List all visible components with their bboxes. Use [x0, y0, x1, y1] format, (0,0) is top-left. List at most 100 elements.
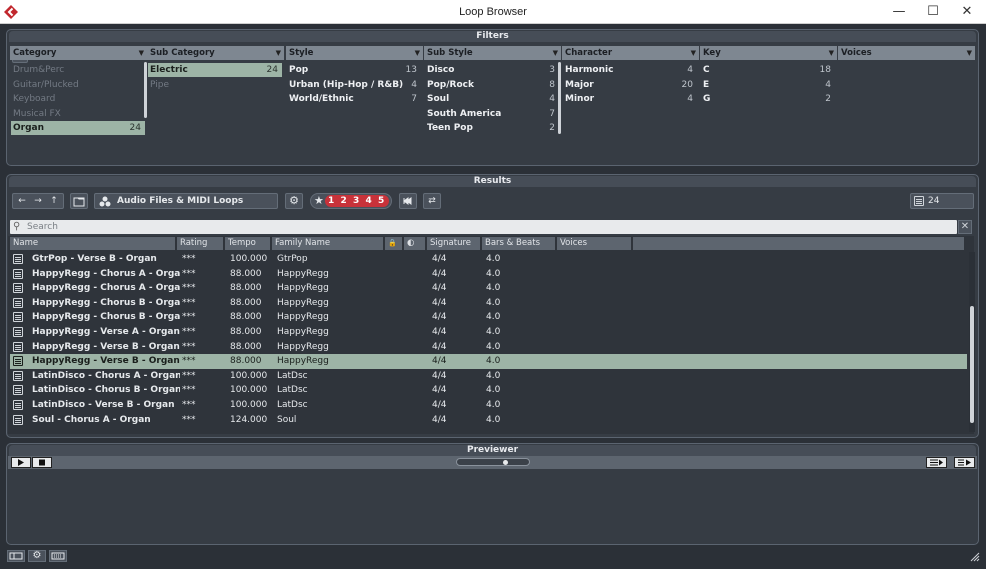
row-rating[interactable]: ***: [182, 398, 196, 413]
filter-item[interactable]: C 18: [701, 63, 835, 77]
results-scrollbar[interactable]: [969, 252, 975, 432]
settings-button[interactable]: ⚙: [285, 193, 303, 209]
rating-1[interactable]: 1: [328, 194, 334, 208]
table-row[interactable]: LatinDisco - Verse B - Organ *** 100.000 La…: [10, 398, 967, 413]
table-row[interactable]: HappyRegg - Verse A - OrganSeq*** 88.000 H…: [10, 325, 967, 340]
table-row[interactable]: HappyRegg - Chorus A - Organ *** 88.000 Hap…: [10, 267, 967, 282]
rewind-button[interactable]: [399, 193, 417, 209]
stop-button[interactable]: [32, 457, 52, 468]
search-field[interactable]: ⚲ Search: [10, 220, 957, 234]
filter-item[interactable]: Urban (Hip-Hop / R&B) 4: [287, 78, 421, 92]
col-name-header[interactable]: Name: [10, 237, 176, 250]
table-row[interactable]: Soul - Chorus A - Organ *** 124.000 Soul 4/4…: [10, 413, 967, 428]
filter-item[interactable]: Minor 4: [563, 92, 697, 106]
rating-filter[interactable]: ★ 12345: [310, 193, 392, 209]
col-tempo-header[interactable]: Tempo: [225, 237, 271, 250]
row-rating[interactable]: ***: [182, 296, 196, 311]
table-row[interactable]: HappyRegg - Verse B - Organ *** 88.000 Happ…: [10, 340, 967, 355]
col-family-header[interactable]: Family Name: [272, 237, 384, 250]
filter-item[interactable]: Major 20: [563, 78, 697, 92]
keyboard-button[interactable]: [49, 550, 67, 562]
auto-play-button[interactable]: [954, 457, 975, 468]
filter-item[interactable]: Pop/Rock 8: [425, 78, 559, 92]
filter-column-header[interactable]: Style ▼: [286, 46, 423, 60]
align-beats-button[interactable]: [926, 457, 947, 468]
rating-3[interactable]: 3: [353, 194, 359, 208]
play-button[interactable]: [11, 457, 31, 468]
filter-item[interactable]: Electric 24: [148, 63, 282, 77]
browse-folder-button[interactable]: [70, 193, 88, 209]
table-row[interactable]: HappyRegg - Chorus B - Organ *** 88.000 Hap…: [10, 296, 967, 311]
row-rating[interactable]: ***: [182, 267, 196, 282]
filter-column-header[interactable]: Key ▼: [700, 46, 837, 60]
filter-column-header[interactable]: Sub Category ▼: [147, 46, 284, 60]
maximize-button[interactable]: ☐: [916, 0, 950, 24]
filter-column-header[interactable]: Category ▼: [10, 46, 147, 60]
scrollbar-thumb[interactable]: [970, 306, 974, 423]
table-row[interactable]: HappyRegg - Chorus A - OrganSeq*** 88.000…: [10, 281, 967, 296]
row-rating[interactable]: ***: [182, 369, 196, 384]
chevron-down-icon[interactable]: ▼: [829, 46, 834, 60]
row-rating[interactable]: ***: [182, 310, 196, 325]
filter-scrollbar[interactable]: [558, 62, 561, 134]
col-rating-header[interactable]: Rating: [177, 237, 224, 250]
col-extra-header[interactable]: [633, 237, 965, 250]
filter-item[interactable]: Musical FX: [11, 107, 145, 121]
resize-grip-icon[interactable]: [968, 550, 980, 562]
layout-button[interactable]: [7, 550, 25, 562]
filter-column-header[interactable]: Voices ▼: [838, 46, 975, 60]
table-row[interactable]: GtrPop - Verse B - Organ *** 100.000 GtrPop…: [10, 252, 967, 267]
filter-item[interactable]: Drum&Perc: [11, 63, 145, 77]
row-rating[interactable]: ***: [182, 354, 196, 369]
source-select[interactable]: Audio Files & MIDI Loops: [94, 193, 278, 209]
shuffle-button[interactable]: ⇄: [423, 193, 441, 209]
close-button[interactable]: ✕: [950, 0, 984, 24]
filter-column-header[interactable]: Sub Style ▼: [424, 46, 561, 60]
row-rating[interactable]: ***: [182, 281, 196, 296]
rating-2[interactable]: 2: [341, 194, 347, 208]
table-row[interactable]: HappyRegg - Chorus B - OrganSeq*** 88.000…: [10, 310, 967, 325]
filter-item[interactable]: South America 7: [425, 107, 559, 121]
filter-item[interactable]: Keyboard: [11, 92, 145, 106]
col-voices-header[interactable]: Voices: [557, 237, 632, 250]
clear-search-button[interactable]: ✕: [958, 220, 972, 234]
rating-5[interactable]: 5: [378, 194, 384, 208]
chevron-down-icon[interactable]: ▼: [276, 46, 281, 60]
table-row[interactable]: LatinDisco - Chorus B - Organ *** 100.000 L…: [10, 383, 967, 398]
filter-item[interactable]: E4: [701, 78, 835, 92]
level-slider[interactable]: [456, 458, 530, 466]
setup-button[interactable]: ⚙: [28, 550, 46, 562]
col-signature-header[interactable]: Signature: [427, 237, 481, 250]
row-rating[interactable]: ***: [182, 340, 196, 355]
col-bars-header[interactable]: Bars & Beats: [482, 237, 556, 250]
filter-item[interactable]: Disco 3: [425, 63, 559, 77]
chevron-down-icon[interactable]: ▼: [415, 46, 420, 60]
table-row[interactable]: HappyRegg - Verse B - OrganSeq*** 88.000 H…: [10, 354, 967, 369]
filter-item[interactable]: Soul 4: [425, 92, 559, 106]
filter-item[interactable]: Guitar/Plucked: [11, 78, 145, 92]
row-rating[interactable]: ***: [182, 383, 196, 398]
forward-arrow-icon[interactable]: →: [30, 194, 46, 208]
row-rating[interactable]: ***: [182, 413, 196, 428]
back-arrow-icon[interactable]: ←: [14, 194, 30, 208]
chevron-down-icon[interactable]: ▼: [139, 46, 144, 60]
filter-item[interactable]: World/Ethnic 7: [287, 92, 421, 106]
filter-item[interactable]: G2: [701, 92, 835, 106]
filter-item[interactable]: Teen Pop 2: [425, 121, 559, 135]
up-arrow-icon[interactable]: ↑: [46, 194, 62, 208]
filter-item[interactable]: Pop 13: [287, 63, 421, 77]
row-rating[interactable]: ***: [182, 252, 196, 267]
row-rating[interactable]: ***: [182, 325, 196, 340]
col-lock-header[interactable]: 🔒: [385, 237, 403, 250]
rating-4[interactable]: 4: [366, 194, 372, 208]
filter-item[interactable]: Organ 24: [11, 121, 145, 136]
chevron-down-icon[interactable]: ▼: [691, 46, 696, 60]
minimize-button[interactable]: —: [882, 0, 916, 24]
table-row[interactable]: LatinDisco - Chorus A - Organ *** 100.000 L…: [10, 369, 967, 384]
filter-item[interactable]: Harmonic 4: [563, 63, 697, 77]
col-color-header[interactable]: ◐: [404, 237, 426, 250]
level-slider-handle[interactable]: [503, 460, 508, 465]
chevron-down-icon[interactable]: ▼: [967, 46, 972, 60]
chevron-down-icon[interactable]: ▼: [553, 46, 558, 60]
filter-column-header[interactable]: Character ▼: [562, 46, 699, 60]
